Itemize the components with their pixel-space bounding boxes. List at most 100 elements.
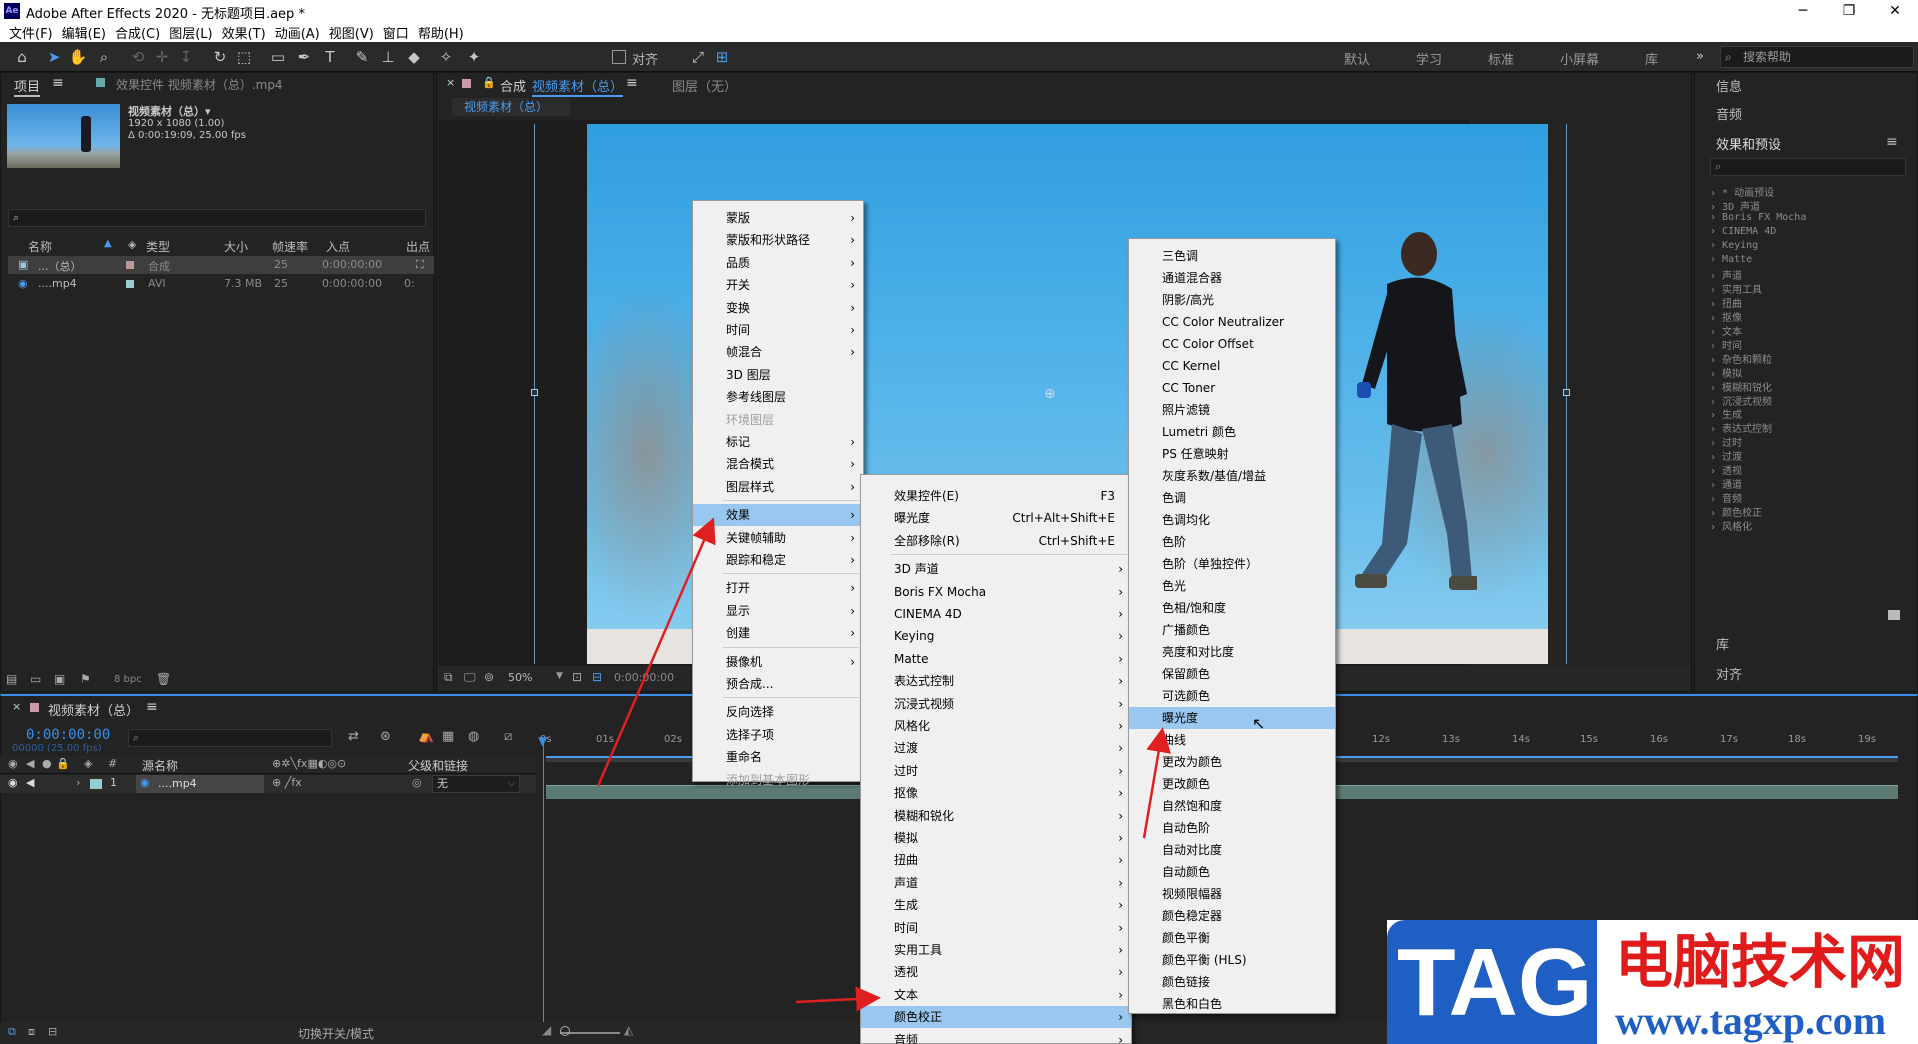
menu-item[interactable]: 通道混合器 xyxy=(1129,267,1335,289)
menu-item[interactable]: 开关 › xyxy=(693,274,863,296)
panel-menu-icon[interactable]: ≡ xyxy=(1886,134,1898,150)
menu-item[interactable]: 色阶（单独控件） xyxy=(1129,553,1335,575)
snap-grid-icon[interactable]: ⊞ xyxy=(712,47,732,67)
project-row[interactable]: ▣ ...（总） 合成 25 0:00:00:00 ⛶ xyxy=(8,256,434,274)
menu-item[interactable]: 3D 声道 › xyxy=(861,558,1131,580)
selection-tool-icon[interactable]: ➤ xyxy=(44,47,64,67)
layer-handle-right[interactable] xyxy=(1563,389,1570,396)
effects-category-item[interactable]: › 过时 xyxy=(1710,434,1742,449)
region-icon[interactable]: ⊡ xyxy=(572,670,582,684)
menu-item[interactable]: 风格化 › xyxy=(861,715,1131,737)
workspace-standard[interactable]: 标准 xyxy=(1488,49,1514,68)
graph-editor-icon[interactable]: ⧄ xyxy=(504,729,512,744)
zoom-out-icon[interactable]: ◢ xyxy=(542,1023,551,1037)
effects-category-item[interactable]: › 风格化 xyxy=(1710,518,1752,533)
menu-item[interactable]: 广播颜色 xyxy=(1129,619,1335,641)
layer-name-cell[interactable]: ◉ ....mp4 xyxy=(136,775,264,793)
orbit-camera-icon[interactable]: ⟲ xyxy=(128,47,148,67)
layer-row[interactable]: ◉ ◀ › 1 ◉ ....mp4 ⊕ ╱fx ◎ 无 ⌵ xyxy=(0,775,536,793)
lock-icon[interactable]: 🔒 xyxy=(56,757,70,770)
timeline-search-input[interactable]: ⌕ xyxy=(128,729,332,747)
project-tab[interactable]: 项目 xyxy=(14,76,41,97)
effects-search-input[interactable]: ⌕ xyxy=(1710,158,1906,176)
effects-category-item[interactable]: › Matte xyxy=(1710,254,1752,265)
menu-item[interactable]: 色相/饱和度 xyxy=(1129,597,1335,619)
audio-tab[interactable]: 音频 xyxy=(1716,104,1742,123)
menu-item[interactable]: CINEMA 4D › xyxy=(861,603,1131,625)
menu-item[interactable]: 更改为颜色 xyxy=(1129,751,1335,773)
menu-item[interactable]: 时间 › xyxy=(861,917,1131,939)
playhead-handle[interactable]: ▼ xyxy=(538,734,547,748)
menu-item[interactable]: 保留颜色 xyxy=(1129,663,1335,685)
effects-category-item[interactable]: › 时间 xyxy=(1710,337,1742,352)
close-button[interactable]: ✕ xyxy=(1872,0,1918,22)
effect-controls-tab[interactable]: 效果控件 视频素材（总）.mp4 xyxy=(116,76,283,93)
comp-mini-flowchart-icon[interactable]: ⇄ xyxy=(348,729,359,744)
menu-item[interactable]: 混合模式 › xyxy=(693,453,863,475)
menu-composition[interactable]: 合成(C) xyxy=(112,22,166,42)
menu-item[interactable]: 黑色和白色 xyxy=(1129,993,1335,1015)
menu-item[interactable]: 照片滤镜 xyxy=(1129,399,1335,421)
effects-category-item[interactable]: › 表达式控制 xyxy=(1710,420,1772,435)
effects-category-item[interactable]: › 模拟 xyxy=(1710,365,1742,380)
menu-item[interactable]: 文本 › xyxy=(861,984,1131,1006)
dolly-camera-icon[interactable]: ↧ xyxy=(176,47,196,67)
new-folder-icon[interactable]: ▭ xyxy=(30,672,41,686)
effects-category-item[interactable]: › 透视 xyxy=(1710,462,1742,477)
menu-item[interactable]: 声道 › xyxy=(861,872,1131,894)
home-icon[interactable]: ⌂ xyxy=(12,47,32,67)
maximize-button[interactable]: ❐ xyxy=(1826,0,1872,22)
menu-layer[interactable]: 图层(L) xyxy=(166,22,218,42)
rotate-tool-icon[interactable]: ↻ xyxy=(210,47,230,67)
menu-animation[interactable]: 动画(A) xyxy=(272,22,326,42)
panel-menu-icon[interactable]: ≡ xyxy=(52,75,64,91)
menu-item[interactable]: 时间 › xyxy=(693,319,863,341)
eye-icon[interactable]: ◉ xyxy=(8,776,18,789)
menu-item[interactable]: 反向选择 xyxy=(693,701,863,723)
menu-item[interactable]: 表达式控制 › xyxy=(861,670,1131,692)
menu-item[interactable]: 效果 › xyxy=(693,504,863,527)
pickwhip-icon[interactable]: ◎ xyxy=(412,776,422,789)
menu-item[interactable]: 过时 › xyxy=(861,760,1131,782)
workspace-learn[interactable]: 学习 xyxy=(1416,49,1442,68)
label-color-swatch[interactable] xyxy=(90,779,102,789)
flowchart-icon[interactable]: ⛶ xyxy=(416,258,424,272)
menu-item[interactable]: 效果控件(E) F3 xyxy=(861,485,1131,507)
effects-category-item[interactable]: › 声道 xyxy=(1710,267,1742,282)
menu-item[interactable]: 颜色校正 › xyxy=(861,1006,1131,1029)
effects-category-item[interactable]: › 模糊和锐化 xyxy=(1710,379,1772,394)
audio-icon[interactable]: ◀ xyxy=(26,776,34,789)
menu-window[interactable]: 窗口 xyxy=(380,22,415,42)
menu-item[interactable]: 标记 › xyxy=(693,431,863,453)
anchor-point-icon[interactable]: ⊕ xyxy=(1044,386,1056,402)
menu-item[interactable]: 色调均化 xyxy=(1129,509,1335,531)
menu-item[interactable]: 扭曲 › xyxy=(861,849,1131,871)
shy-icon[interactable]: ⛺ xyxy=(418,729,434,744)
effects-category-item[interactable]: › 沉浸式视频 xyxy=(1710,393,1772,408)
effects-category-item[interactable]: › 过渡 xyxy=(1710,448,1742,463)
puppet-tool-icon[interactable]: ✦ xyxy=(464,47,484,67)
viewer-timecode[interactable]: 0:00:00:00 xyxy=(614,671,674,684)
menu-item[interactable]: 打开 › xyxy=(693,577,863,599)
menu-item[interactable]: 实用工具 › xyxy=(861,939,1131,961)
delete-icon[interactable]: 🗑 xyxy=(156,672,171,686)
menu-item[interactable]: Keying › xyxy=(861,625,1131,647)
column-fps[interactable]: 帧速率 xyxy=(272,238,308,255)
menu-item[interactable]: 色调 xyxy=(1129,487,1335,509)
column-type[interactable]: 类型 xyxy=(146,238,170,255)
interpret-footage-icon[interactable]: ▤ xyxy=(6,672,17,686)
effects-category-item[interactable]: › 生成 xyxy=(1710,406,1742,421)
roto-brush-icon[interactable]: ✧ xyxy=(436,47,456,67)
workspace-libraries[interactable]: 库 xyxy=(1645,49,1658,68)
menu-item[interactable]: Matte › xyxy=(861,648,1131,670)
menu-item[interactable]: 自动对比度 xyxy=(1129,839,1335,861)
render-time-icon[interactable]: ⊟ xyxy=(48,1025,57,1038)
menu-file[interactable]: 文件(F) xyxy=(6,22,59,42)
toggle-switches-modes[interactable]: 切换开关/模式 xyxy=(298,1025,374,1042)
minimize-button[interactable]: ─ xyxy=(1780,0,1826,22)
eye-icon[interactable]: ◉ xyxy=(8,757,18,770)
zoom-select[interactable]: 50% xyxy=(508,671,532,684)
pan-camera-icon[interactable]: ✛ xyxy=(152,47,172,67)
menu-item[interactable]: 预合成... xyxy=(693,673,863,695)
menu-help[interactable]: 帮助(H) xyxy=(415,22,470,42)
